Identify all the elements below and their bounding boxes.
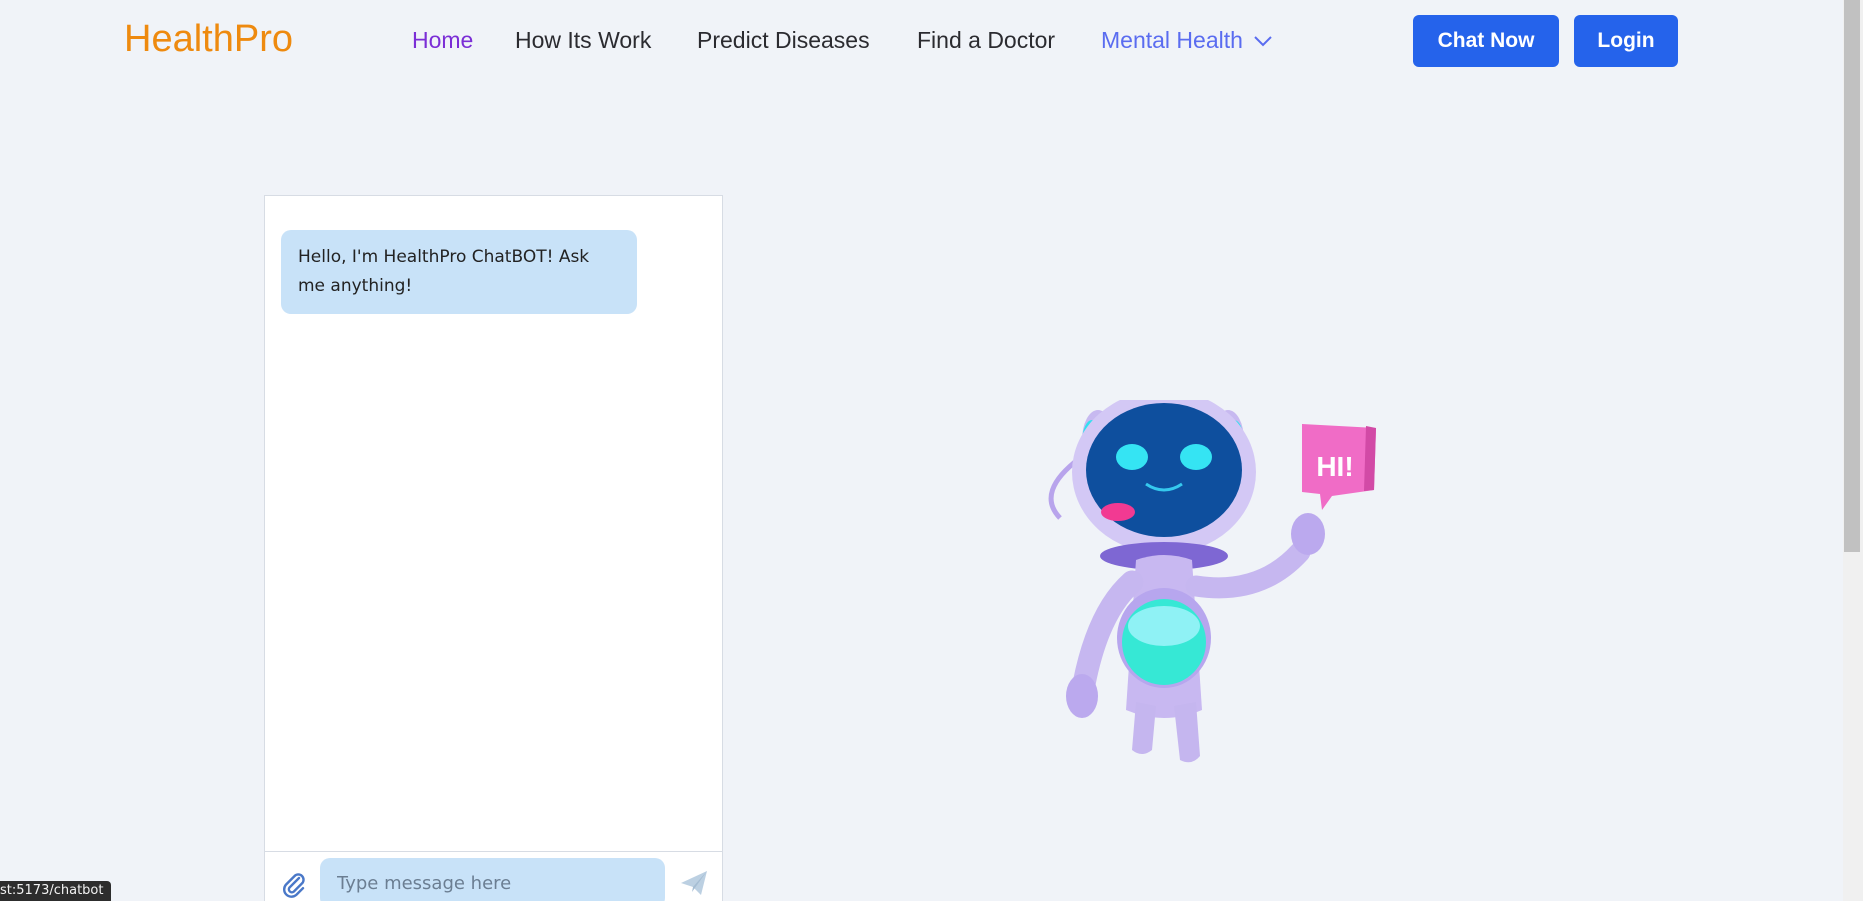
bot-message-bubble: Hello, I'm HealthPro ChatBOT! Ask me any… (281, 230, 637, 314)
vertical-scrollbar[interactable] (1843, 0, 1863, 901)
paperclip-icon[interactable] (279, 870, 309, 900)
nav-find-a-doctor[interactable]: Find a Doctor (917, 27, 1055, 54)
chevron-down-icon (1253, 27, 1273, 54)
top-navbar: HealthPro Home How Its Work Predict Dise… (0, 0, 1843, 82)
nav-how-its-work[interactable]: How Its Work (515, 27, 651, 54)
nav-predict-diseases[interactable]: Predict Diseases (697, 27, 870, 54)
login-button[interactable]: Login (1574, 15, 1678, 67)
status-bar-url: st:5173/chatbot (0, 881, 112, 901)
chat-panel: Hello, I'm HealthPro ChatBOT! Ask me any… (264, 195, 723, 901)
nav-mental-health-label: Mental Health (1101, 27, 1243, 53)
nav-home[interactable]: Home (412, 27, 473, 54)
chat-input-bar (265, 851, 722, 901)
robot-waving-illustration: HI! (1040, 390, 1390, 770)
speech-bubble-text: HI! (1316, 451, 1353, 482)
message-input[interactable] (320, 858, 665, 901)
scrollbar-thumb[interactable] (1844, 0, 1860, 552)
send-icon[interactable] (679, 868, 709, 898)
nav-mental-health-dropdown[interactable]: Mental Health (1101, 27, 1273, 54)
brand-logo[interactable]: HealthPro (124, 18, 293, 61)
chat-now-button[interactable]: Chat Now (1413, 15, 1559, 67)
